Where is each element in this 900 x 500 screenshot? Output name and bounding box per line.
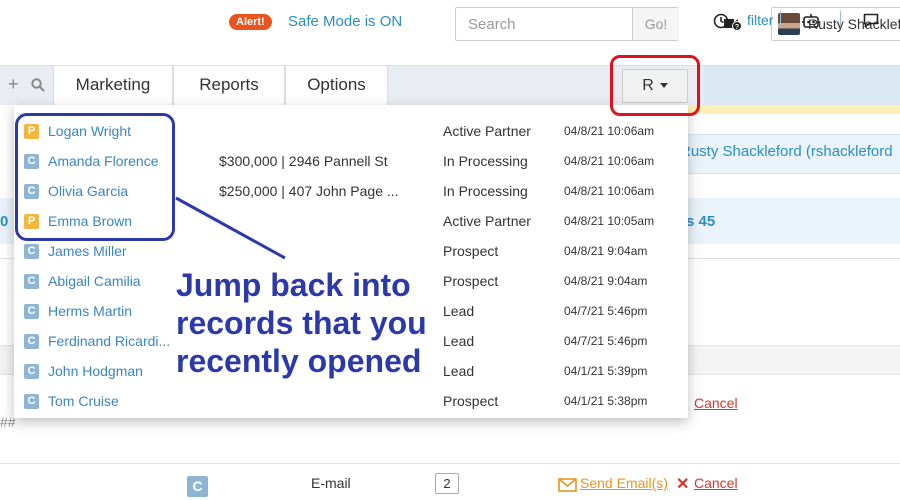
summary-fragment: 0 bbox=[0, 213, 9, 230]
cancel-link[interactable]: Cancel bbox=[694, 475, 738, 491]
close-icon[interactable]: ✕ bbox=[676, 474, 689, 494]
record-timestamp: 04/8/21 10:06am bbox=[564, 184, 655, 198]
divider bbox=[840, 11, 841, 27]
search-go-button[interactable]: Go! bbox=[632, 8, 679, 40]
envelope-icon bbox=[558, 478, 577, 492]
record-name-link[interactable]: Ferdinand Ricardi... bbox=[48, 333, 176, 349]
record-timestamp: 04/7/21 5:46pm bbox=[564, 334, 648, 348]
contact-badge: C bbox=[24, 274, 39, 289]
record-status: Active Partner bbox=[443, 213, 531, 229]
highlight-recent-names bbox=[15, 113, 175, 241]
record-status: Prospect bbox=[443, 243, 499, 259]
record-timestamp: 04/8/21 9:04am bbox=[564, 244, 648, 258]
user-name: Rusty Shackleford bbox=[808, 16, 900, 32]
record-status: Lead bbox=[443, 303, 475, 319]
contact-badge: C bbox=[24, 304, 39, 319]
main-nav: + Marketing Reports Options R bbox=[0, 65, 900, 106]
record-timestamp: 04/1/21 5:39pm bbox=[564, 364, 648, 378]
tab-options[interactable]: Options bbox=[285, 66, 388, 106]
record-status: In Processing bbox=[443, 153, 528, 169]
record-timestamp: 04/8/21 10:06am bbox=[564, 124, 655, 138]
divider bbox=[0, 463, 900, 464]
svg-text:?: ? bbox=[735, 24, 739, 31]
send-email-link[interactable]: Send Email(s) bbox=[580, 475, 668, 491]
tab-marketing[interactable]: Marketing bbox=[53, 66, 173, 106]
cancel-link[interactable]: Cancel bbox=[694, 395, 738, 411]
record-name-link[interactable]: James Miller bbox=[48, 243, 176, 259]
contact-badge: C bbox=[24, 364, 39, 379]
safe-mode-link[interactable]: Safe Mode is ON bbox=[288, 13, 402, 30]
recent-record-row[interactable]: C Tom Cruise Prospect 04/1/21 5:38pm bbox=[14, 385, 688, 415]
callout-text: Jump back into records that you recently… bbox=[176, 267, 427, 379]
record-loan-info: $300,000 | 2946 Pannell St bbox=[219, 153, 388, 169]
highlight-recent-button bbox=[610, 55, 700, 116]
record-status: Active Partner bbox=[443, 123, 531, 139]
action-type-label: E-mail bbox=[311, 475, 351, 491]
email-count-input[interactable]: 2 bbox=[435, 473, 459, 494]
search-input[interactable] bbox=[456, 8, 632, 40]
add-icon[interactable]: + bbox=[8, 74, 19, 95]
record-timestamp: 04/7/21 5:46pm bbox=[564, 304, 648, 318]
record-status: Lead bbox=[443, 363, 475, 379]
search-icon[interactable] bbox=[31, 78, 45, 92]
contact-badge: C bbox=[24, 334, 39, 349]
record-timestamp: 04/8/21 9:04am bbox=[564, 274, 648, 288]
chat-icon[interactable] bbox=[863, 13, 879, 28]
summary-count: s 45 bbox=[686, 213, 716, 230]
contact-badge: C bbox=[24, 244, 39, 259]
nav-tools bbox=[704, 66, 900, 106]
alert-badge[interactable]: Alert! bbox=[229, 14, 272, 30]
tab-reports[interactable]: Reports bbox=[173, 66, 285, 106]
divider bbox=[780, 11, 781, 27]
notice-strip bbox=[688, 105, 900, 114]
record-timestamp: 04/1/21 5:38pm bbox=[564, 394, 648, 408]
record-name-link[interactable]: Tom Cruise bbox=[48, 393, 176, 409]
avatar bbox=[778, 13, 800, 35]
record-name-link[interactable]: Herms Martin bbox=[48, 303, 176, 319]
filter-link[interactable]: filter bbox=[747, 12, 773, 28]
search-box: Go! bbox=[455, 7, 679, 41]
record-loan-info: $250,000 | 407 John Page ... bbox=[219, 183, 399, 199]
clock-icon[interactable] bbox=[713, 13, 729, 29]
record-status: In Processing bbox=[443, 183, 528, 199]
record-timestamp: 04/8/21 10:06am bbox=[564, 154, 655, 168]
record-name-link[interactable]: John Hodgman bbox=[48, 363, 176, 379]
record-status: Lead bbox=[443, 333, 475, 349]
record-status: Prospect bbox=[443, 393, 499, 409]
contact-badge: C bbox=[24, 394, 39, 409]
robot-icon[interactable] bbox=[802, 13, 820, 29]
assigned-user-link[interactable]: Rusty Shackleford (rshackleford bbox=[680, 143, 893, 160]
user-menu[interactable]: Rusty Shackleford bbox=[771, 7, 900, 41]
record-timestamp: 04/8/21 10:05am bbox=[564, 214, 655, 228]
record-name-link[interactable]: Abigail Camilia bbox=[48, 273, 176, 289]
record-status: Prospect bbox=[443, 273, 499, 289]
contact-type-badge: C bbox=[187, 476, 208, 497]
